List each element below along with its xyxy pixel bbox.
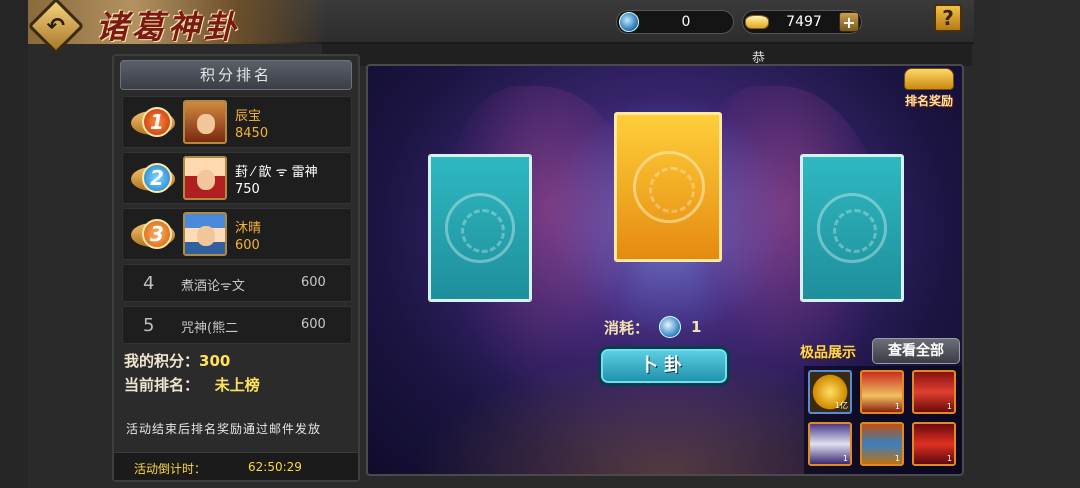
gold-ingot-icon xyxy=(745,15,769,29)
rank-row-4: 4 煮酒论ᯤ文 600 xyxy=(122,264,352,302)
avatar xyxy=(183,156,227,200)
player-score: 600 xyxy=(235,238,260,253)
reward-note: 活动结束后排名奖励通过邮件发放 xyxy=(126,422,322,436)
player-name: 辰宝 xyxy=(235,109,262,124)
yinyang-icon xyxy=(659,316,682,338)
rank-reward-label: 排名奖励 xyxy=(904,94,953,108)
player-score: 600 xyxy=(301,275,326,290)
rank-row-3: 3 沐晴 600 xyxy=(122,208,352,260)
gold-currency: 7497 + xyxy=(742,10,862,34)
player-name: 沐晴 xyxy=(235,221,262,236)
page-title: 诸葛神卦 xyxy=(96,8,241,46)
fortune-card-left[interactable] xyxy=(428,154,532,302)
my-score-value: 300 xyxy=(199,352,231,370)
dragon-emblem-icon xyxy=(817,193,887,263)
rank-number: 4 xyxy=(143,273,155,294)
hero-fragment-item[interactable]: 1 xyxy=(860,422,904,466)
fortune-card-right[interactable] xyxy=(800,154,904,302)
player-score: 600 xyxy=(301,317,326,332)
gold-coin-item[interactable]: 1亿 xyxy=(808,370,852,414)
fortune-card-center[interactable] xyxy=(614,112,722,262)
left-gutter xyxy=(0,0,28,488)
avatar xyxy=(183,212,227,256)
rank-row-5: 5 咒神(熊二 600 xyxy=(122,306,352,344)
player-name: 煮酒论ᯤ文 xyxy=(181,279,245,294)
rank-medal-icon: 1 xyxy=(131,105,177,141)
countdown-label: 活动倒计时： xyxy=(134,462,207,476)
gold-count: 7497 xyxy=(786,14,822,30)
cost-row: 消耗： 1 xyxy=(604,316,701,338)
divine-button[interactable]: 卜卦 xyxy=(598,346,730,386)
hero-fragment-item[interactable]: 1 xyxy=(912,422,956,466)
countdown-time: 62:50:29 xyxy=(248,460,302,474)
ranking-panel: 积分排名 1 辰宝 8450 2 葑 ⁄ 歆 ᯤ 雷神 750 3 沐晴 600… xyxy=(112,54,360,482)
showcase-title: 极品展示 xyxy=(800,345,856,361)
cost-label: 消耗： xyxy=(604,318,650,337)
help-button[interactable]: ? xyxy=(934,4,962,32)
yinyang-icon xyxy=(619,12,639,32)
ranking-list: 1 辰宝 8450 2 葑 ⁄ 歆 ᯤ 雷神 750 3 沐晴 600 4 煮酒… xyxy=(122,96,352,348)
divination-area: 排名奖励 消耗： 1 卜卦 极品展示 查看全部 1亿 1 1 1 1 1 xyxy=(366,64,964,476)
yin-count: 0 xyxy=(681,14,691,30)
dragon-emblem-icon xyxy=(633,151,705,223)
hero-fragment-item[interactable]: 1 xyxy=(912,370,956,414)
my-rank-value: 未上榜 xyxy=(214,376,260,394)
rank-number: 5 xyxy=(143,315,155,336)
player-score: 750 xyxy=(235,182,260,197)
player-score: 8450 xyxy=(235,126,269,141)
cost-value: 1 xyxy=(691,318,702,336)
rank-reward-button[interactable]: 排名奖励 xyxy=(898,68,960,112)
my-info: 我的积分：300 当前排名： 未上榜 xyxy=(124,350,260,398)
rank-medal-icon: 2 xyxy=(131,161,177,197)
announcement-marquee: 恭 xyxy=(322,44,972,66)
add-gold-button[interactable]: + xyxy=(839,12,859,32)
player-name: 葑 ⁄ 歆 ᯤ 雷神 xyxy=(235,165,318,180)
my-score-label: 我的积分： xyxy=(124,352,200,370)
player-name: 咒神(熊二 xyxy=(181,321,239,336)
avatar xyxy=(183,100,227,144)
yin-currency: 0 xyxy=(616,10,734,34)
rank-row-2: 2 葑 ⁄ 歆 ᯤ 雷神 750 xyxy=(122,152,352,204)
reward-chest-icon xyxy=(904,68,954,90)
rank-row-1: 1 辰宝 8450 xyxy=(122,96,352,148)
ranking-title: 积分排名 xyxy=(120,60,352,90)
showcase-grid: 1亿 1 1 1 1 1 xyxy=(804,366,962,474)
hero-fragment-item[interactable]: 1 xyxy=(860,370,904,414)
countdown-bar: 活动倒计时： 62:50:29 xyxy=(114,452,358,480)
back-arrow-icon: ↶ xyxy=(46,13,66,39)
rank-medal-icon: 3 xyxy=(131,217,177,253)
view-all-button[interactable]: 查看全部 xyxy=(872,338,960,364)
hero-fragment-item[interactable]: 1 xyxy=(808,422,852,466)
dragon-emblem-icon xyxy=(445,193,515,263)
right-gutter xyxy=(1000,0,1080,488)
my-rank-label: 当前排名： xyxy=(124,376,200,394)
